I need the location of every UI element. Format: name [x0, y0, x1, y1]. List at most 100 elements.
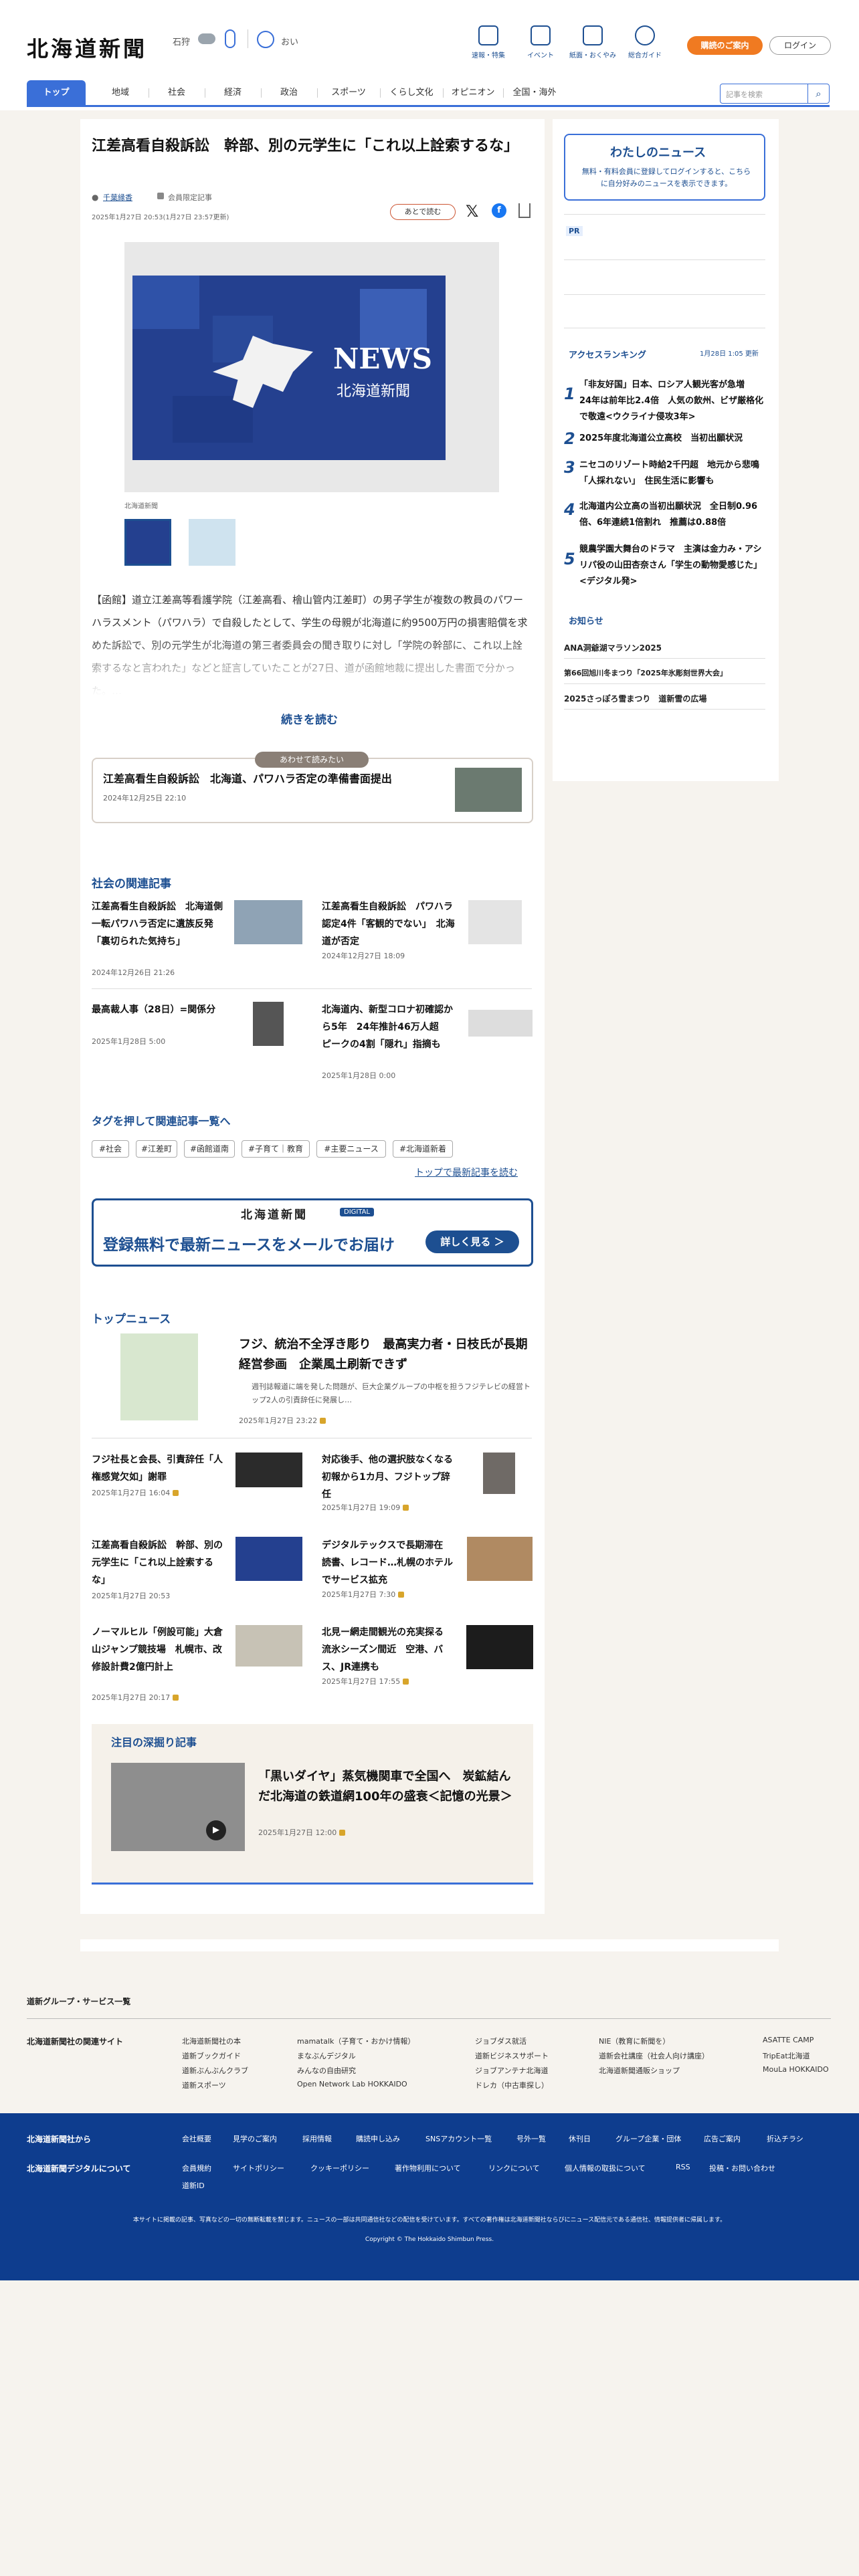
- x-share-icon[interactable]: 𝕏: [466, 202, 478, 221]
- related-heading: 社会の関連記事: [92, 877, 171, 891]
- nav-opinion[interactable]: オピニオン: [444, 80, 502, 105]
- top-news-item-1[interactable]: フジ社長と会長、引責辞任「人権感覚欠如」謝罪: [92, 1451, 225, 1486]
- top-news-lead-title[interactable]: フジ、統治不全浮き彫り 最高実力者・日枝氏が長期経営参画 企業風土刷新できず: [239, 1335, 533, 1375]
- site-logo[interactable]: 北海道新聞: [27, 32, 147, 63]
- continue-reading-link[interactable]: 続きを読む: [281, 710, 338, 727]
- weather-city: 石狩: [173, 37, 191, 47]
- top-news-lead-date: 2025年1月27日 23:22: [239, 1415, 326, 1426]
- top-news-lead-image[interactable]: [120, 1333, 198, 1420]
- top-news-item-3[interactable]: 江差高看自殺訴訟 幹部、別の元学生に「これ以上詮索するな」: [92, 1537, 225, 1589]
- search-input[interactable]: 記事を検索: [726, 89, 763, 100]
- help-icon: [635, 25, 655, 45]
- share-icon[interactable]: [518, 203, 531, 218]
- related-item-4[interactable]: 北海道内、新型コロナ初確認から5年 24年推計46万人超 ピークの4割「隠れ」指…: [322, 1001, 456, 1053]
- related-item-1[interactable]: 江差高看生自殺訴訟 北海道側一転パワハラ否定に遺族反発 「裏切られた気持ち」: [92, 898, 225, 950]
- article-dates: 2025年1月27日 20:53(1月27日 23:57更新): [92, 214, 229, 221]
- tag-education[interactable]: #子育て｜教育: [242, 1140, 310, 1158]
- nav-top[interactable]: トップ: [27, 80, 86, 105]
- related-item-3[interactable]: 最高裁人事（28日）=関係分: [92, 1001, 225, 1018]
- play-icon[interactable]: ▶: [206, 1820, 226, 1840]
- flag-icon: [478, 25, 498, 45]
- globe-icon[interactable]: [257, 31, 274, 48]
- search-box[interactable]: 記事を検索 ⌕: [720, 84, 830, 104]
- login-button[interactable]: ログイン: [769, 36, 831, 55]
- tag-hokkaido-new[interactable]: #北海道新着: [393, 1140, 453, 1158]
- also-read-title[interactable]: 江差高看生自殺訴訟 北海道、パワハラ否定の準備書面提出: [103, 770, 438, 788]
- related-thumb-2: [468, 900, 522, 944]
- header-link-breaking[interactable]: 速報・特集: [462, 25, 515, 60]
- nav-culture[interactable]: くらし文化: [381, 80, 442, 105]
- footer-copyright: Copyright © The Hokkaido Shimbun Press.: [365, 2236, 494, 2243]
- thumbnail-2[interactable]: [189, 519, 235, 566]
- site-header: 北海道新聞 石狩 おい 速報・特集 イベント 紙面・おくやみ 総合ガイド 購読の…: [0, 0, 859, 110]
- paid-lock-icon: [398, 1592, 405, 1598]
- main-nav: トップ 地域 社会 経済 政治 スポーツ くらし文化 オピニオン 全国・海外: [27, 80, 830, 107]
- notice-title[interactable]: お知らせ: [569, 614, 603, 627]
- top-news-heading: トップニュース: [92, 1313, 171, 1326]
- article-category: 会員限定記事: [168, 193, 212, 202]
- top-news-item-4[interactable]: デジタルテックスで長期滞在 読書、レコード…札幌のホテルでサービス拡充: [322, 1537, 456, 1589]
- cloud-icon: [198, 33, 215, 44]
- deep-dive-title[interactable]: 「黒いダイヤ」蒸気機関車で全国へ 炭鉱結んだ北海道の鉄道網100年の盛衰＜記憶の…: [258, 1767, 519, 1807]
- notice-item-1[interactable]: ANA洞爺湖マラソン2025: [564, 642, 662, 653]
- calendar-icon: [531, 25, 551, 45]
- top-news-item-6[interactable]: 北見ー網走間観光の充実探る 流氷シーズン間近 空港、バス、JR連携も: [322, 1624, 456, 1676]
- group-title[interactable]: 道新グループ・サービス一覧: [27, 1996, 130, 2007]
- deep-dive-heading[interactable]: 注目の深掘り記事: [111, 1733, 197, 1749]
- image-caption: 北海道新聞: [124, 503, 158, 510]
- header-link-events[interactable]: イベント: [514, 25, 567, 60]
- thumbnail-1[interactable]: [124, 519, 171, 566]
- banner-text: 登録無料で最新ニュースをメールでお届け: [103, 1237, 395, 1254]
- nav-sports[interactable]: スポーツ: [318, 80, 379, 105]
- nav-economy[interactable]: 経済: [206, 80, 260, 105]
- person-icon: ●: [92, 193, 99, 202]
- search-icon[interactable]: ⌕: [807, 84, 829, 103]
- banner-details-button[interactable]: 詳しく見る ＞: [425, 1230, 519, 1253]
- nav-politics[interactable]: 政治: [262, 80, 316, 105]
- ranking-title[interactable]: アクセスランキング: [569, 348, 646, 360]
- footer-notice: 本サイトに掲載の記事、写真などの一切の無断転載を禁じます。ニュースの一部は共同通…: [132, 2217, 727, 2224]
- also-read-thumb: [455, 768, 522, 812]
- notice-item-3[interactable]: 2025さっぽろ雪まつり 道新雪の広場: [564, 693, 706, 704]
- top-news-item-5[interactable]: ノーマルヒル「例設可能」大倉山ジャンプ競技場 札幌市、改修設計費2億円計上: [92, 1624, 225, 1676]
- nav-society[interactable]: 社会: [150, 80, 203, 105]
- paid-lock-icon: [403, 1505, 409, 1511]
- deep-dive-image[interactable]: [111, 1763, 245, 1851]
- top-news-item-2[interactable]: 対応後手、他の選択肢なくなる 初報から1カ月、フジトップ辞任: [322, 1451, 462, 1503]
- sidebar: [553, 119, 779, 781]
- weather-label: おい: [281, 37, 299, 47]
- top-news-lead-desc: 週刊誌報道に端を発した問題が、巨大企業グループの中枢を担うフジテレビの経営トップ…: [252, 1382, 531, 1404]
- tag-main-news[interactable]: #主要ニュース: [316, 1140, 386, 1158]
- ranking-item-1[interactable]: 「非友好国」日本、ロシア人観光客が急増 24年は前年比2.4倍 人気の飲州、ビザ…: [579, 377, 765, 425]
- related-thumb-4: [468, 1010, 533, 1037]
- ranking-item-3[interactable]: ニセコのリゾート時給2千円超 地元から悲鳴「人採れない」 住民生活に影響も: [579, 457, 765, 490]
- related-thumb-3: [253, 1002, 284, 1046]
- tag-society[interactable]: #社会: [92, 1140, 129, 1158]
- paid-lock-icon: [339, 1830, 346, 1836]
- article-title: 江差高看自殺訴訟 幹部、別の元学生に「これ以上詮索するな」: [92, 138, 519, 154]
- nav-region[interactable]: 地域: [94, 80, 147, 105]
- nav-national[interactable]: 全国・海外: [504, 80, 565, 105]
- ranking-item-5[interactable]: 競農学園大舞台のドラマ 主演は金力み・アシリパ役の山田杏奈さん「学生の動物愛感じ…: [579, 542, 765, 590]
- notice-item-2[interactable]: 第66回旭川冬まつり「2025年氷彫刻世界大会」: [564, 667, 727, 678]
- banner-digital-badge: DIGITAL: [340, 1208, 375, 1216]
- header-link-guide[interactable]: 総合ガイド: [618, 25, 672, 60]
- footer-digital-label: 北海道新聞デジタルについて: [27, 2164, 131, 2173]
- tag-esashi[interactable]: #江差町: [136, 1140, 177, 1158]
- my-news-title: わたしのニュース: [610, 146, 706, 160]
- tags-heading: タグを押して関連記事一覧へ: [92, 1115, 231, 1128]
- facebook-share-icon[interactable]: f: [492, 203, 506, 218]
- paid-lock-icon: [173, 1695, 179, 1701]
- top-latest-link[interactable]: トップで最新記事を読む: [415, 1166, 518, 1179]
- hero-image[interactable]: NEWS 北海道新聞: [132, 276, 446, 460]
- ranking-item-2[interactable]: 2025年度北海道公立高校 当初出願状況: [579, 431, 765, 447]
- article-author[interactable]: 千葉縁香: [103, 192, 132, 203]
- tag-hakodate[interactable]: #函館道南: [184, 1140, 235, 1158]
- related-item-2[interactable]: 江差高看生自殺訴訟 パワハラ認定4件「客観的でない」 北海道が否定: [322, 898, 456, 950]
- save-later-button[interactable]: あとで読む: [390, 204, 456, 220]
- ranking-item-4[interactable]: 北海道内公立高の当初出願状況 全日制0.96倍、6年連続1倍割れ 推薦は0.88…: [579, 499, 765, 531]
- subscribe-button[interactable]: 購読のご案内: [687, 36, 763, 55]
- thermometer-icon: [225, 29, 235, 48]
- header-link-paper[interactable]: 紙面・おくやみ: [566, 25, 619, 60]
- my-news-text: 無料・有料会員に登録してログインすると、こちらに自分好みのニュースを表示できます…: [581, 167, 751, 188]
